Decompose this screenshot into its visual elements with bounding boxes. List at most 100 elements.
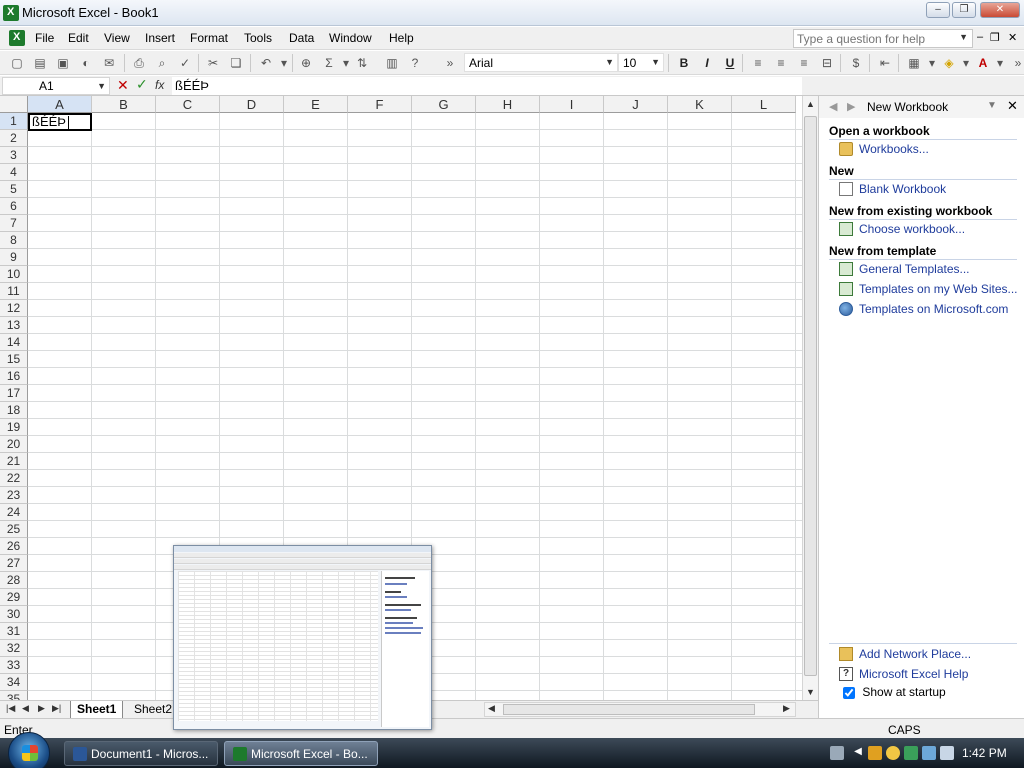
scroll-down-icon[interactable]: ▼ bbox=[803, 684, 818, 700]
row-header-4[interactable]: 4 bbox=[0, 164, 28, 181]
menu-help[interactable]: Help bbox=[389, 31, 414, 45]
column-header-l[interactable]: L bbox=[732, 96, 796, 113]
horizontal-scrollbar[interactable]: ◀ ▶ bbox=[484, 702, 796, 717]
keyboard-icon[interactable] bbox=[830, 746, 844, 760]
row-header-17[interactable]: 17 bbox=[0, 385, 28, 402]
link-add-network-place[interactable]: Add Network Place... bbox=[859, 647, 971, 661]
print-icon[interactable]: ⎙ bbox=[131, 55, 147, 71]
row-header-31[interactable]: 31 bbox=[0, 623, 28, 640]
row-header-14[interactable]: 14 bbox=[0, 334, 28, 351]
column-header-a[interactable]: A bbox=[28, 96, 92, 113]
menu-insert[interactable]: Insert bbox=[145, 31, 175, 45]
borders-icon[interactable]: ▦ bbox=[906, 55, 922, 71]
close-button[interactable]: ✕ bbox=[980, 2, 1020, 18]
fill-color-dropdown-icon[interactable]: ▾ bbox=[958, 55, 974, 71]
scroll-up-icon[interactable]: ▲ bbox=[803, 96, 818, 112]
formula-input[interactable]: ßÉÉÞ bbox=[172, 77, 802, 95]
menu-format[interactable]: Format bbox=[190, 31, 228, 45]
tray-expand-icon[interactable]: ◀ bbox=[851, 746, 865, 760]
link-workbooks[interactable]: Workbooks... bbox=[859, 142, 929, 156]
row-header-12[interactable]: 12 bbox=[0, 300, 28, 317]
chevron-down-icon[interactable]: ▼ bbox=[651, 57, 660, 67]
column-header-h[interactable]: H bbox=[476, 96, 540, 113]
row-header-6[interactable]: 6 bbox=[0, 198, 28, 215]
cancel-entry-icon[interactable]: ✕ bbox=[117, 77, 129, 94]
row-header-20[interactable]: 20 bbox=[0, 436, 28, 453]
show-at-startup-checkbox[interactable] bbox=[843, 686, 855, 699]
column-header-c[interactable]: C bbox=[156, 96, 220, 113]
minimize-button[interactable]: – bbox=[926, 2, 950, 18]
link-microsoft-templates[interactable]: Templates on Microsoft.com bbox=[859, 302, 1008, 316]
fill-color-icon[interactable]: ◈ bbox=[941, 55, 957, 71]
row-header-25[interactable]: 25 bbox=[0, 521, 28, 538]
scroll-left-icon[interactable]: ◀ bbox=[488, 703, 495, 714]
sheet-tab-sheet2[interactable]: Sheet2 bbox=[128, 701, 178, 718]
document-icon[interactable] bbox=[9, 30, 25, 46]
font-name-dropdown[interactable]: Arial ▼ bbox=[464, 53, 618, 72]
prev-sheet-icon[interactable]: ◀ bbox=[22, 703, 29, 714]
column-header-d[interactable]: D bbox=[220, 96, 284, 113]
email-icon[interactable]: ✉ bbox=[101, 55, 117, 71]
chevron-down-icon[interactable]: ▼ bbox=[605, 57, 614, 67]
font-size-dropdown[interactable]: 10 ▼ bbox=[618, 53, 664, 72]
column-header-e[interactable]: E bbox=[284, 96, 348, 113]
doc-close-button[interactable]: ✕ bbox=[1008, 31, 1017, 44]
row-header-15[interactable]: 15 bbox=[0, 351, 28, 368]
link-excel-help[interactable]: Microsoft Excel Help bbox=[859, 667, 968, 681]
row-header-5[interactable]: 5 bbox=[0, 181, 28, 198]
sheet-tab-sheet1[interactable]: Sheet1 bbox=[70, 701, 124, 718]
align-left-icon[interactable]: ≡ bbox=[750, 55, 766, 71]
monitor-icon[interactable] bbox=[940, 746, 954, 760]
row-header-26[interactable]: 26 bbox=[0, 538, 28, 555]
vertical-scrollbar[interactable]: ▲ ▼ bbox=[802, 96, 818, 700]
horizontal-scroll-thumb[interactable] bbox=[503, 704, 755, 715]
row-header-28[interactable]: 28 bbox=[0, 572, 28, 589]
doc-restore-button[interactable]: ❐ bbox=[990, 31, 1000, 44]
chevron-down-icon[interactable]: ▼ bbox=[97, 81, 106, 91]
link-general-templates[interactable]: General Templates... bbox=[859, 262, 970, 276]
open-icon[interactable]: ▤ bbox=[32, 55, 48, 71]
autosum-icon[interactable]: Σ bbox=[321, 55, 337, 71]
clock[interactable]: 1:42 PM bbox=[962, 746, 1007, 760]
help-search-input[interactable] bbox=[794, 30, 954, 47]
bold-icon[interactable]: B bbox=[676, 55, 692, 71]
security-icon[interactable] bbox=[868, 746, 882, 760]
taskbar-word-button[interactable]: Document1 - Micros... bbox=[64, 741, 218, 766]
column-header-b[interactable]: B bbox=[92, 96, 156, 113]
row-header-32[interactable]: 32 bbox=[0, 640, 28, 657]
start-button[interactable] bbox=[8, 732, 50, 768]
row-header-27[interactable]: 27 bbox=[0, 555, 28, 572]
hyperlink-icon[interactable]: ⊕ bbox=[298, 55, 314, 71]
row-header-34[interactable]: 34 bbox=[0, 674, 28, 691]
undo-icon[interactable]: ↶ bbox=[258, 55, 274, 71]
chart-wizard-icon[interactable]: ▥ bbox=[384, 55, 400, 71]
permission-icon[interactable]: ◐ bbox=[78, 55, 94, 71]
row-header-30[interactable]: 30 bbox=[0, 606, 28, 623]
sort-icon[interactable]: ⇅ bbox=[354, 55, 370, 71]
autosum-dropdown-icon[interactable]: ▾ bbox=[338, 55, 354, 71]
link-blank-workbook[interactable]: Blank Workbook bbox=[859, 182, 946, 196]
currency-icon[interactable]: $ bbox=[848, 55, 864, 71]
row-header-29[interactable]: 29 bbox=[0, 589, 28, 606]
name-box[interactable]: A1 ▼ bbox=[2, 77, 110, 95]
row-header-33[interactable]: 33 bbox=[0, 657, 28, 674]
italic-icon[interactable]: I bbox=[699, 55, 715, 71]
vertical-scroll-thumb[interactable] bbox=[804, 116, 817, 676]
spelling-icon[interactable]: ✓ bbox=[177, 55, 193, 71]
row-header-3[interactable]: 3 bbox=[0, 147, 28, 164]
menu-data[interactable]: Data bbox=[289, 31, 314, 45]
borders-dropdown-icon[interactable]: ▾ bbox=[924, 55, 940, 71]
row-header-9[interactable]: 9 bbox=[0, 249, 28, 266]
forward-arrow-icon[interactable]: ▶ bbox=[847, 100, 855, 113]
window-thumbnail-preview[interactable] bbox=[173, 545, 432, 730]
menu-edit[interactable]: Edit bbox=[68, 31, 89, 45]
insert-function-icon[interactable]: fx bbox=[155, 78, 164, 92]
volume-icon[interactable] bbox=[922, 746, 936, 760]
toolbar-overflow-icon[interactable]: » bbox=[1010, 55, 1024, 71]
decrease-indent-icon[interactable]: ⇤ bbox=[877, 55, 893, 71]
undo-dropdown-icon[interactable]: ▾ bbox=[276, 55, 292, 71]
copy-icon[interactable]: ❏ bbox=[228, 55, 244, 71]
row-header-23[interactable]: 23 bbox=[0, 487, 28, 504]
taskbar-excel-button[interactable]: Microsoft Excel - Bo... bbox=[224, 741, 378, 766]
chevron-down-icon[interactable]: ▼ bbox=[987, 100, 997, 111]
